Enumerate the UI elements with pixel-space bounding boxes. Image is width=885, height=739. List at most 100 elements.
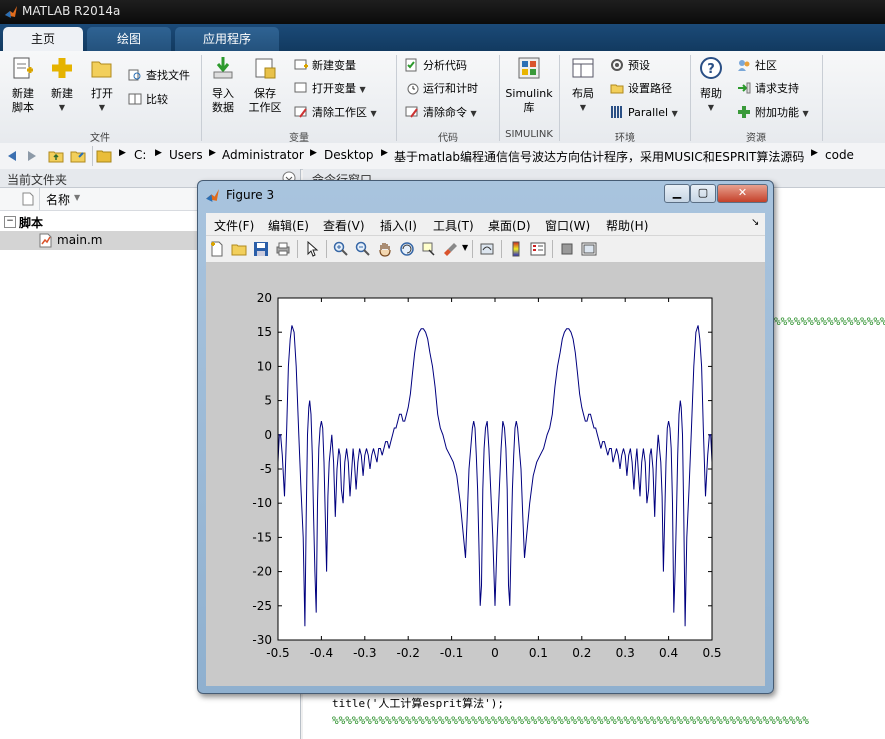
import-data-icon [213,57,233,79]
new-variable-button[interactable]: 新建变量 [294,57,356,75]
link-plot-icon[interactable] [479,241,495,257]
new-figure-icon[interactable] [209,241,225,257]
menu-tools[interactable]: 工具(T) [433,217,474,234]
chevron-down-icon: ▼ [671,109,678,118]
menu-view[interactable]: 查看(V) [323,217,365,234]
dock-arrow-icon[interactable]: ↘ [751,217,759,228]
chevron-down-icon: ▼ [802,109,809,118]
breadcrumb-users[interactable]: Users [169,148,203,162]
clear-commands-button[interactable]: 清除命令 ▼ [405,104,477,122]
back-arrow-icon[interactable] [4,148,20,164]
file-group-label: 文件 [90,133,110,144]
preferences-label: 预设 [628,59,650,72]
legend-icon[interactable] [530,241,546,257]
pan-hand-icon[interactable] [377,241,393,257]
menu-file[interactable]: 文件(F) [214,217,254,234]
brush-icon[interactable] [443,241,459,257]
save-icon[interactable] [253,241,269,257]
layout-button[interactable]: 布局 ▼ [566,55,600,115]
run-and-time-button[interactable]: 运行和计时 [405,80,478,98]
import-data-button[interactable]: 导入 数据 [207,55,239,115]
code-group-label: 代码 [438,133,458,144]
figure-toolbar: ▼ [206,236,765,263]
community-button[interactable]: 社区 [737,57,777,75]
zoom-out-icon[interactable] [355,241,371,257]
save-workspace-button[interactable]: 保存 工作区 [246,55,284,115]
menu-window[interactable]: 窗口(W) [545,217,590,234]
add-ons-button[interactable]: 附加功能 ▼ [737,104,809,122]
code-comment-line: %%%%%%%%%%%%%%%%%%%%%%%%%%%%%%%%%%%%%%%%… [332,714,809,727]
forward-arrow-icon[interactable] [24,148,40,164]
plot-svg[interactable]: -0.5 -0.4 -0.3 -0.2 -0.1 0 0.1 0.2 0.3 0.4 0.5 20 15… [206,263,765,686]
zoom-in-icon[interactable] [333,241,349,257]
chevron-down-icon: ▼ [359,85,366,94]
print-icon[interactable] [275,241,291,257]
toolbar-divider [552,240,553,258]
breadcrumb-desktop[interactable]: Desktop [324,148,374,162]
colorbar-icon[interactable] [508,241,524,257]
add-ons-icon [738,106,750,118]
open-file-icon[interactable] [231,241,247,257]
open-variable-label: 打开变量 [312,82,356,95]
compare-button[interactable]: 比较 [128,91,168,109]
new-script-button[interactable]: 新建 脚本 [6,55,40,115]
tab-home[interactable]: 主页 [3,27,83,51]
simulink-library-button[interactable]: Simulink 库 [504,55,554,115]
breadcrumb-c[interactable]: C: [134,148,146,162]
y-tick-label: 15 [257,325,272,339]
y-tick-label: -25 [252,599,272,613]
set-path-button[interactable]: 设置路径 [610,80,672,98]
figure-window[interactable]: Figure 3 ▁ ▢ ✕ 文件(F) 编辑(E) 查看(V) 插入(I) 工… [197,180,774,694]
figure-canvas[interactable]: -0.5 -0.4 -0.3 -0.2 -0.1 0 0.1 0.2 0.3 0.4 0.5 20 15… [206,263,765,686]
clear-workspace-button[interactable]: 清除工作区 ▼ [294,104,377,122]
collapse-toggle-icon[interactable]: − [4,216,16,228]
maximize-button[interactable]: ▢ [690,184,716,203]
clear-workspace-icon [294,106,307,118]
toolbar-divider [326,240,327,258]
code-comment-line: %%%%%%%%%%%%%%%%%%%%%%% [774,315,885,328]
compare-icon [128,93,142,105]
rotate-3d-icon[interactable] [399,241,415,257]
name-column-header[interactable]: 名称 [46,191,70,208]
group-divider [822,55,823,141]
menu-edit[interactable]: 编辑(E) [268,217,309,234]
menu-desktop[interactable]: 桌面(D) [488,217,531,234]
group-divider [201,55,202,141]
data-cursor-icon[interactable] [421,241,437,257]
add-ons-label: 附加功能 [755,106,799,119]
minimize-button[interactable]: ▁ [664,184,690,203]
tab-plots[interactable]: 绘图 [87,27,171,51]
simulink-library-icon [518,57,540,79]
hide-plot-tools-icon[interactable] [559,241,575,257]
up-folder-icon[interactable] [48,148,64,164]
breadcrumb-administrator[interactable]: Administrator [222,148,304,162]
parallel-button[interactable]: Parallel ▼ [610,104,678,122]
chevron-down-icon: ▼ [58,103,66,112]
open-button[interactable]: 打开 ▼ [86,55,118,115]
menu-help[interactable]: 帮助(H) [606,217,648,234]
pointer-icon[interactable] [304,241,320,257]
browse-folder-icon[interactable] [70,148,86,164]
help-button[interactable]: ? 帮助 ▼ [696,55,726,115]
analyze-code-button[interactable]: 分析代码 [405,57,467,75]
tab-apps[interactable]: 应用程序 [175,27,279,51]
open-variable-button[interactable]: 打开变量 ▼ [294,80,366,98]
request-support-button[interactable]: 请求支持 [737,80,799,98]
file-type-column-icon [22,192,34,206]
menu-insert[interactable]: 插入(I) [380,217,417,234]
find-files-label: 查找文件 [146,69,190,82]
set-path-label: 设置路径 [628,82,672,95]
preferences-button[interactable]: 预设 [610,57,650,75]
find-files-button[interactable]: 查找文件 [128,67,190,85]
simulink-group-label: SIMULINK [505,129,553,140]
compare-label: 比较 [146,93,168,106]
chevron-down-icon[interactable]: ▼ [462,243,468,252]
new-button[interactable]: 新建 ▼ [46,55,78,115]
close-button[interactable]: ✕ [717,184,768,203]
breadcrumb-code[interactable]: code [825,148,854,162]
show-plot-tools-icon[interactable] [581,241,597,257]
breadcrumb-project-folder[interactable]: 基于matlab编程通信信号波达方向估计程序，采用MUSIC和ESPRIT算法源… [394,148,804,165]
request-support-label: 请求支持 [755,82,799,95]
code-line-title-text: title('人工计算esprit算法'); [332,697,504,710]
code-line-title: title('人工计算esprit算法'); [332,695,504,711]
